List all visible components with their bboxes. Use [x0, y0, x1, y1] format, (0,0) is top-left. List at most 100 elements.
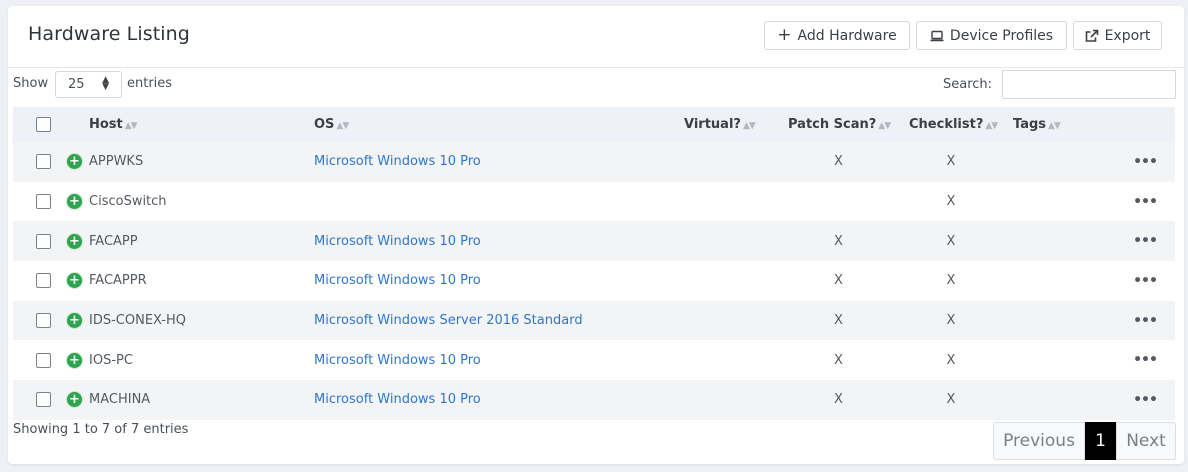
table-row: + FACAPP Microsoft Windows 10 Pro X X ••• — [13, 221, 1175, 262]
sort-icon: ▲▼ — [336, 121, 349, 131]
os-link[interactable]: Microsoft Windows 10 Pro — [314, 234, 481, 249]
host-cell: FACAPPR — [89, 273, 147, 289]
expand-cell: + — [60, 142, 89, 182]
host-cell: APPWKS — [89, 154, 144, 170]
patch-scan-cell — [778, 182, 899, 222]
search-input[interactable] — [1002, 70, 1176, 99]
row-select-cell — [13, 221, 60, 261]
os-cell: Microsoft Windows 10 Pro — [314, 261, 676, 301]
column-host[interactable]: Host ▲▼ — [89, 107, 314, 142]
row-select-cell — [13, 142, 60, 182]
row-checkbox[interactable] — [36, 233, 51, 249]
expand-row-icon[interactable]: + — [67, 392, 82, 408]
row-actions-menu-icon[interactable]: ••• — [1115, 261, 1175, 301]
add-hardware-button[interactable]: + Add Hardware — [764, 21, 910, 50]
expand-cell: + — [60, 301, 89, 341]
row-select-cell — [13, 182, 60, 222]
row-select-cell — [13, 261, 60, 301]
os-link[interactable]: Microsoft Windows 10 Pro — [314, 154, 481, 169]
next-page-button[interactable]: Next — [1116, 422, 1176, 460]
device-profiles-button[interactable]: Device Profiles — [916, 21, 1067, 50]
patch-scan-cell: X — [834, 352, 843, 368]
row-actions-menu-icon[interactable]: ••• — [1115, 301, 1175, 341]
entries-label: entries — [127, 76, 173, 91]
select-all-cell — [13, 107, 60, 142]
page-length-select[interactable]: 25 ▲ ▼ — [55, 71, 122, 98]
virtual-cell — [676, 142, 778, 182]
virtual-cell — [676, 340, 778, 380]
sort-icon: ▲▼ — [1048, 121, 1061, 131]
virtual-cell — [676, 221, 778, 261]
virtual-cell — [676, 182, 778, 222]
patch-scan-cell: X — [834, 233, 843, 249]
row-actions-menu-icon[interactable]: ••• — [1115, 380, 1175, 420]
checklist-cell: X — [946, 392, 956, 408]
os-cell: Microsoft Windows 10 Pro — [314, 340, 676, 380]
row-select-cell — [13, 380, 60, 420]
row-actions-menu-icon[interactable]: ••• — [1115, 182, 1175, 222]
tags-cell — [1003, 261, 1115, 301]
expand-cell: + — [60, 182, 89, 222]
virtual-cell — [676, 380, 778, 420]
column-os[interactable]: OS ▲▼ — [314, 107, 676, 142]
column-virtual[interactable]: Virtual? ▲▼ — [676, 107, 778, 142]
tags-cell — [1003, 182, 1115, 222]
checklist-cell: X — [946, 352, 956, 368]
row-checkbox[interactable] — [36, 352, 51, 368]
export-button[interactable]: Export — [1073, 21, 1162, 50]
external-link-icon — [1085, 29, 1099, 43]
column-checklist[interactable]: Checklist? ▲▼ — [899, 107, 1003, 142]
row-checkbox[interactable] — [36, 313, 51, 329]
table-row: + CiscoSwitch X ••• — [13, 181, 1175, 222]
plus-icon: + — [777, 25, 792, 45]
select-all-checkbox[interactable] — [36, 117, 51, 132]
row-actions-menu-icon[interactable]: ••• — [1115, 142, 1175, 182]
checklist-cell: X — [946, 154, 956, 170]
column-tags[interactable]: Tags ▲▼ — [1003, 107, 1115, 142]
patch-scan-cell: X — [834, 313, 843, 329]
expand-cell: + — [60, 221, 89, 261]
os-link[interactable]: Microsoft Windows 10 Pro — [314, 273, 481, 288]
row-checkbox[interactable] — [36, 273, 51, 289]
tags-cell — [1003, 380, 1115, 420]
row-actions-menu-icon[interactable]: ••• — [1115, 340, 1175, 380]
host-cell: IOS-PC — [89, 352, 133, 368]
row-select-cell — [13, 340, 60, 380]
hardware-table: Host ▲▼ OS ▲▼ Virtual? ▲▼ Patch Scan? ▲▼ Che… — [13, 107, 1175, 420]
show-label: Show — [13, 76, 49, 91]
tags-cell — [1003, 221, 1115, 261]
os-cell: Microsoft Windows 10 Pro — [314, 221, 676, 261]
table-info: Showing 1 to 7 of 7 entries — [13, 422, 189, 437]
table-header-row: Host ▲▼ OS ▲▼ Virtual? ▲▼ Patch Scan? ▲▼ Che… — [13, 107, 1175, 142]
virtual-cell — [676, 261, 778, 301]
expand-row-icon[interactable]: + — [67, 352, 82, 368]
expand-row-icon[interactable]: + — [67, 194, 82, 210]
laptop-icon — [930, 30, 944, 42]
expand-row-icon[interactable]: + — [67, 273, 82, 289]
column-patch-scan[interactable]: Patch Scan? ▲▼ — [778, 107, 899, 142]
os-link[interactable]: Microsoft Windows 10 Pro — [314, 392, 481, 407]
sort-icon: ▲▼ — [742, 121, 756, 131]
table-row: + MACHINA Microsoft Windows 10 Pro X X ••• — [13, 380, 1175, 420]
checklist-cell: X — [946, 194, 956, 210]
patch-scan-cell: X — [834, 154, 843, 170]
os-link[interactable]: Microsoft Windows 10 Pro — [314, 353, 481, 368]
previous-page-button[interactable]: Previous — [993, 422, 1085, 460]
sort-icon: ▲▼ — [878, 121, 891, 131]
expand-row-icon[interactable]: + — [67, 154, 82, 170]
os-link[interactable]: Microsoft Windows Server 2016 Standard — [314, 313, 583, 328]
row-checkbox[interactable] — [36, 194, 51, 210]
page-1-button[interactable]: 1 — [1085, 422, 1116, 460]
table-row: + APPWKS Microsoft Windows 10 Pro X X ••• — [13, 142, 1175, 182]
expand-row-icon[interactable]: + — [67, 313, 82, 329]
host-cell: FACAPP — [89, 233, 138, 249]
export-label: Export — [1104, 27, 1151, 44]
row-checkbox[interactable] — [36, 392, 51, 408]
patch-scan-cell: X — [834, 273, 843, 289]
sort-updown-icon: ▲ ▼ — [102, 75, 109, 92]
pagination: Previous 1 Next — [993, 422, 1176, 460]
expand-row-icon[interactable]: + — [67, 233, 82, 249]
row-actions-menu-icon[interactable]: ••• — [1115, 221, 1175, 261]
sort-icon: ▲▼ — [985, 121, 998, 131]
row-checkbox[interactable] — [36, 154, 51, 170]
